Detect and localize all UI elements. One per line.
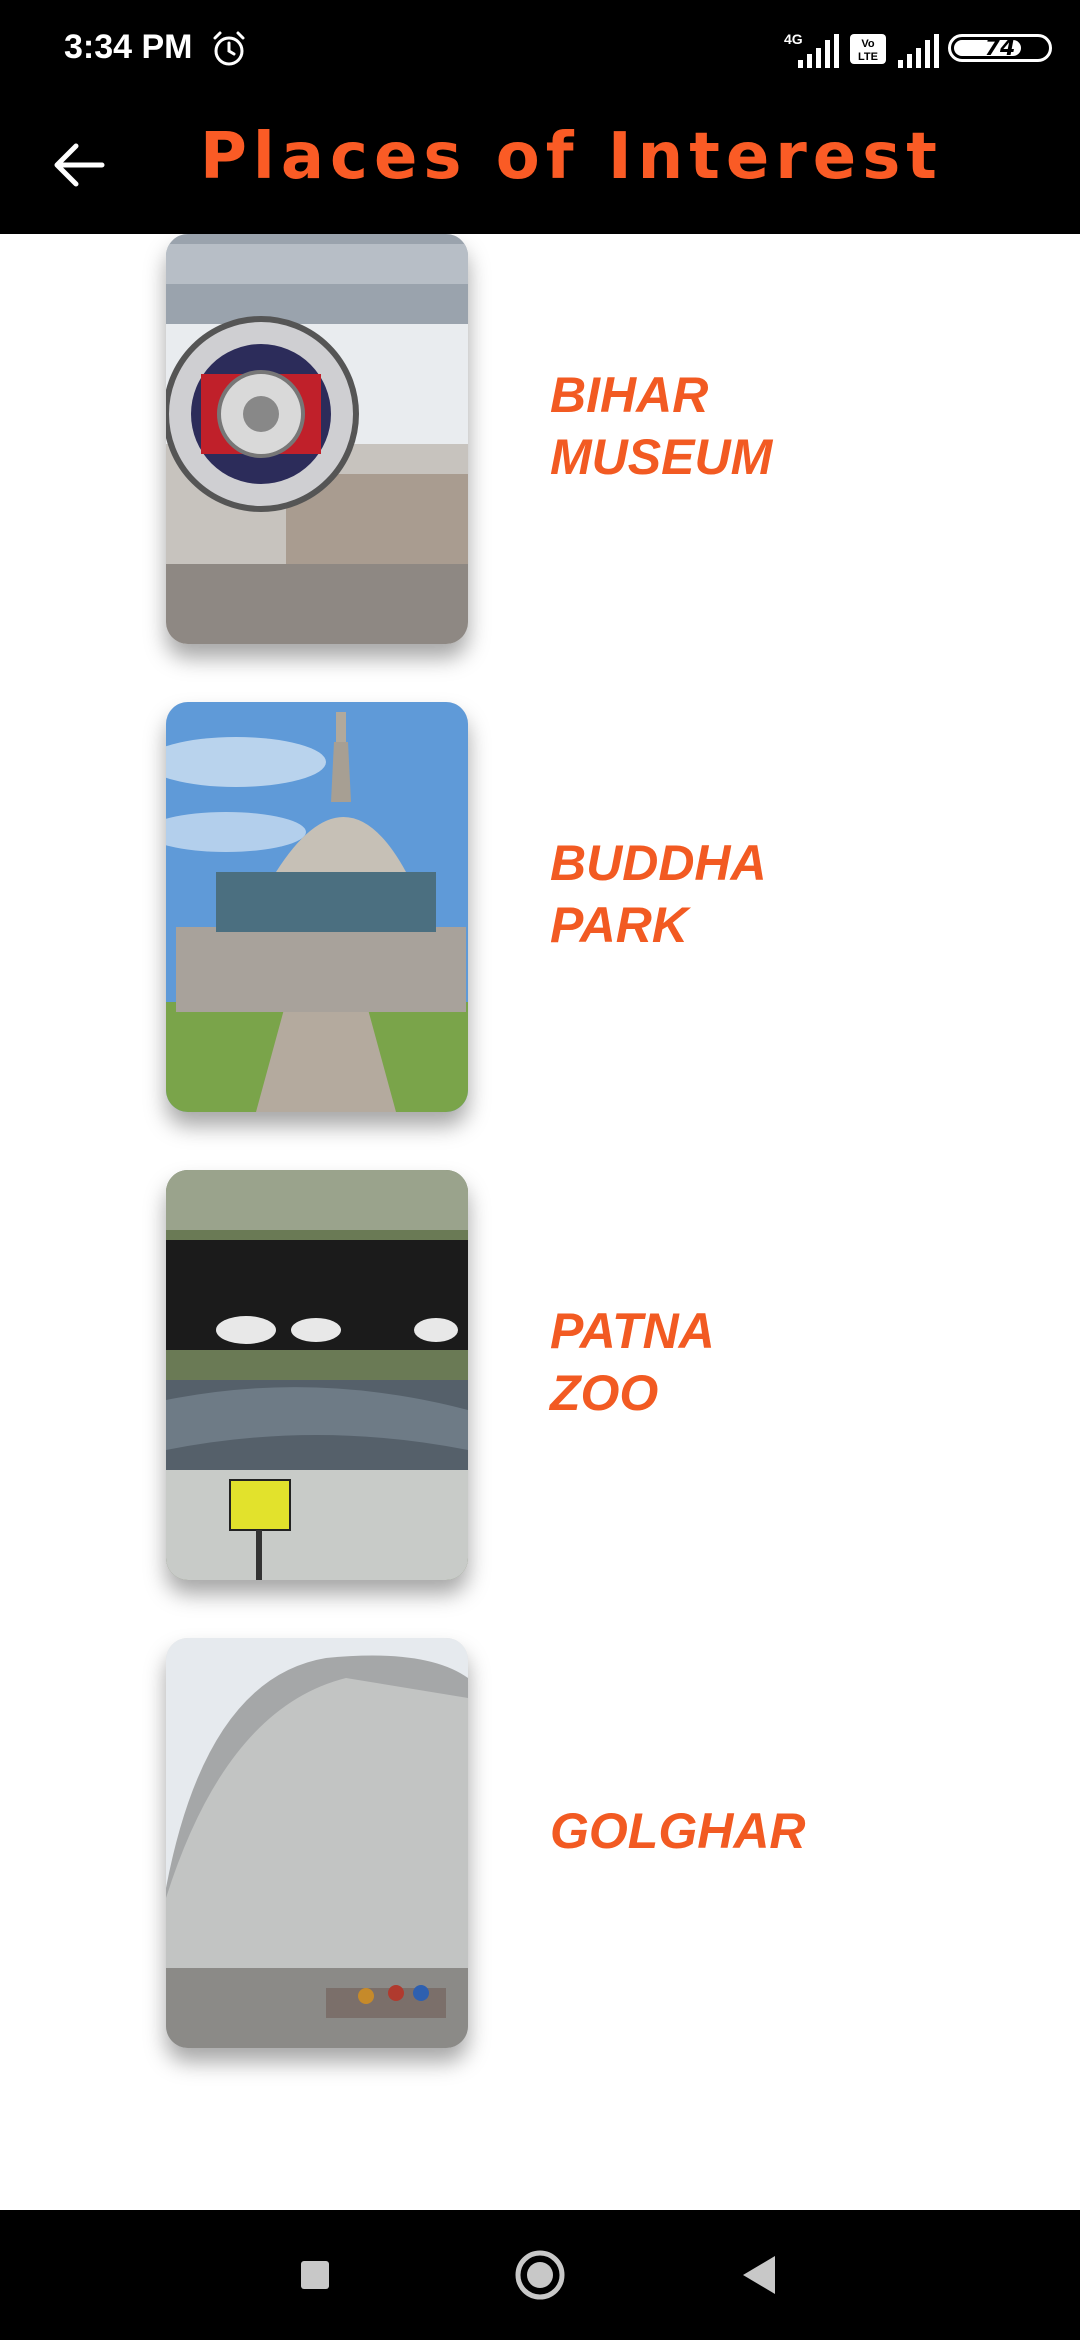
battery-level: 74 bbox=[984, 35, 1016, 61]
zoo-gate-image bbox=[166, 1170, 468, 1580]
volte-icon: Vo LTE bbox=[850, 34, 886, 64]
back-nav-button[interactable] bbox=[725, 2240, 795, 2310]
golghar-image bbox=[166, 1638, 468, 2048]
page-title: Places of Interest bbox=[200, 120, 943, 194]
triangle-icon bbox=[743, 2256, 775, 2294]
system-nav-bar bbox=[0, 2210, 1080, 2340]
place-image[interactable] bbox=[166, 702, 468, 1112]
back-button[interactable] bbox=[44, 130, 114, 200]
home-button[interactable] bbox=[505, 2240, 575, 2310]
status-bar: 3:34 PM 4G Vo LTE 74 bbox=[0, 0, 1080, 100]
museum-image bbox=[166, 234, 468, 644]
list-item[interactable]: BUDDHA PARK bbox=[0, 702, 1080, 1132]
place-image[interactable] bbox=[166, 234, 468, 644]
signal-icon-2 bbox=[898, 34, 939, 68]
svg-text:Vo: Vo bbox=[861, 38, 875, 50]
list-item[interactable]: GOLGHAR bbox=[0, 1638, 1080, 2068]
place-name: BUDDHA PARK bbox=[550, 835, 767, 953]
recent-apps-button[interactable] bbox=[280, 2240, 350, 2310]
signal-icon: 4G bbox=[784, 31, 839, 68]
status-time: 3:34 PM bbox=[64, 28, 193, 66]
app-bar: Places of Interest bbox=[0, 100, 1080, 234]
place-image[interactable] bbox=[166, 1170, 468, 1580]
circle-icon bbox=[515, 2250, 565, 2300]
arrow-left-icon bbox=[54, 143, 105, 187]
place-name: PATNA ZOO bbox=[550, 1303, 715, 1421]
place-name: BIHAR MUSEUM bbox=[550, 367, 773, 485]
battery-icon: 74 bbox=[948, 34, 1052, 62]
stupa-image bbox=[166, 702, 468, 1112]
place-name: GOLGHAR bbox=[550, 1803, 806, 1859]
svg-text:LTE: LTE bbox=[858, 51, 878, 63]
list-item[interactable]: BIHAR MUSEUM bbox=[0, 234, 1080, 664]
square-icon bbox=[301, 2261, 329, 2289]
alarm-icon bbox=[213, 31, 245, 66]
place-image[interactable] bbox=[166, 1638, 468, 2048]
network-label: 4G bbox=[784, 31, 803, 47]
list-item[interactable]: PATNA ZOO bbox=[0, 1170, 1080, 1600]
